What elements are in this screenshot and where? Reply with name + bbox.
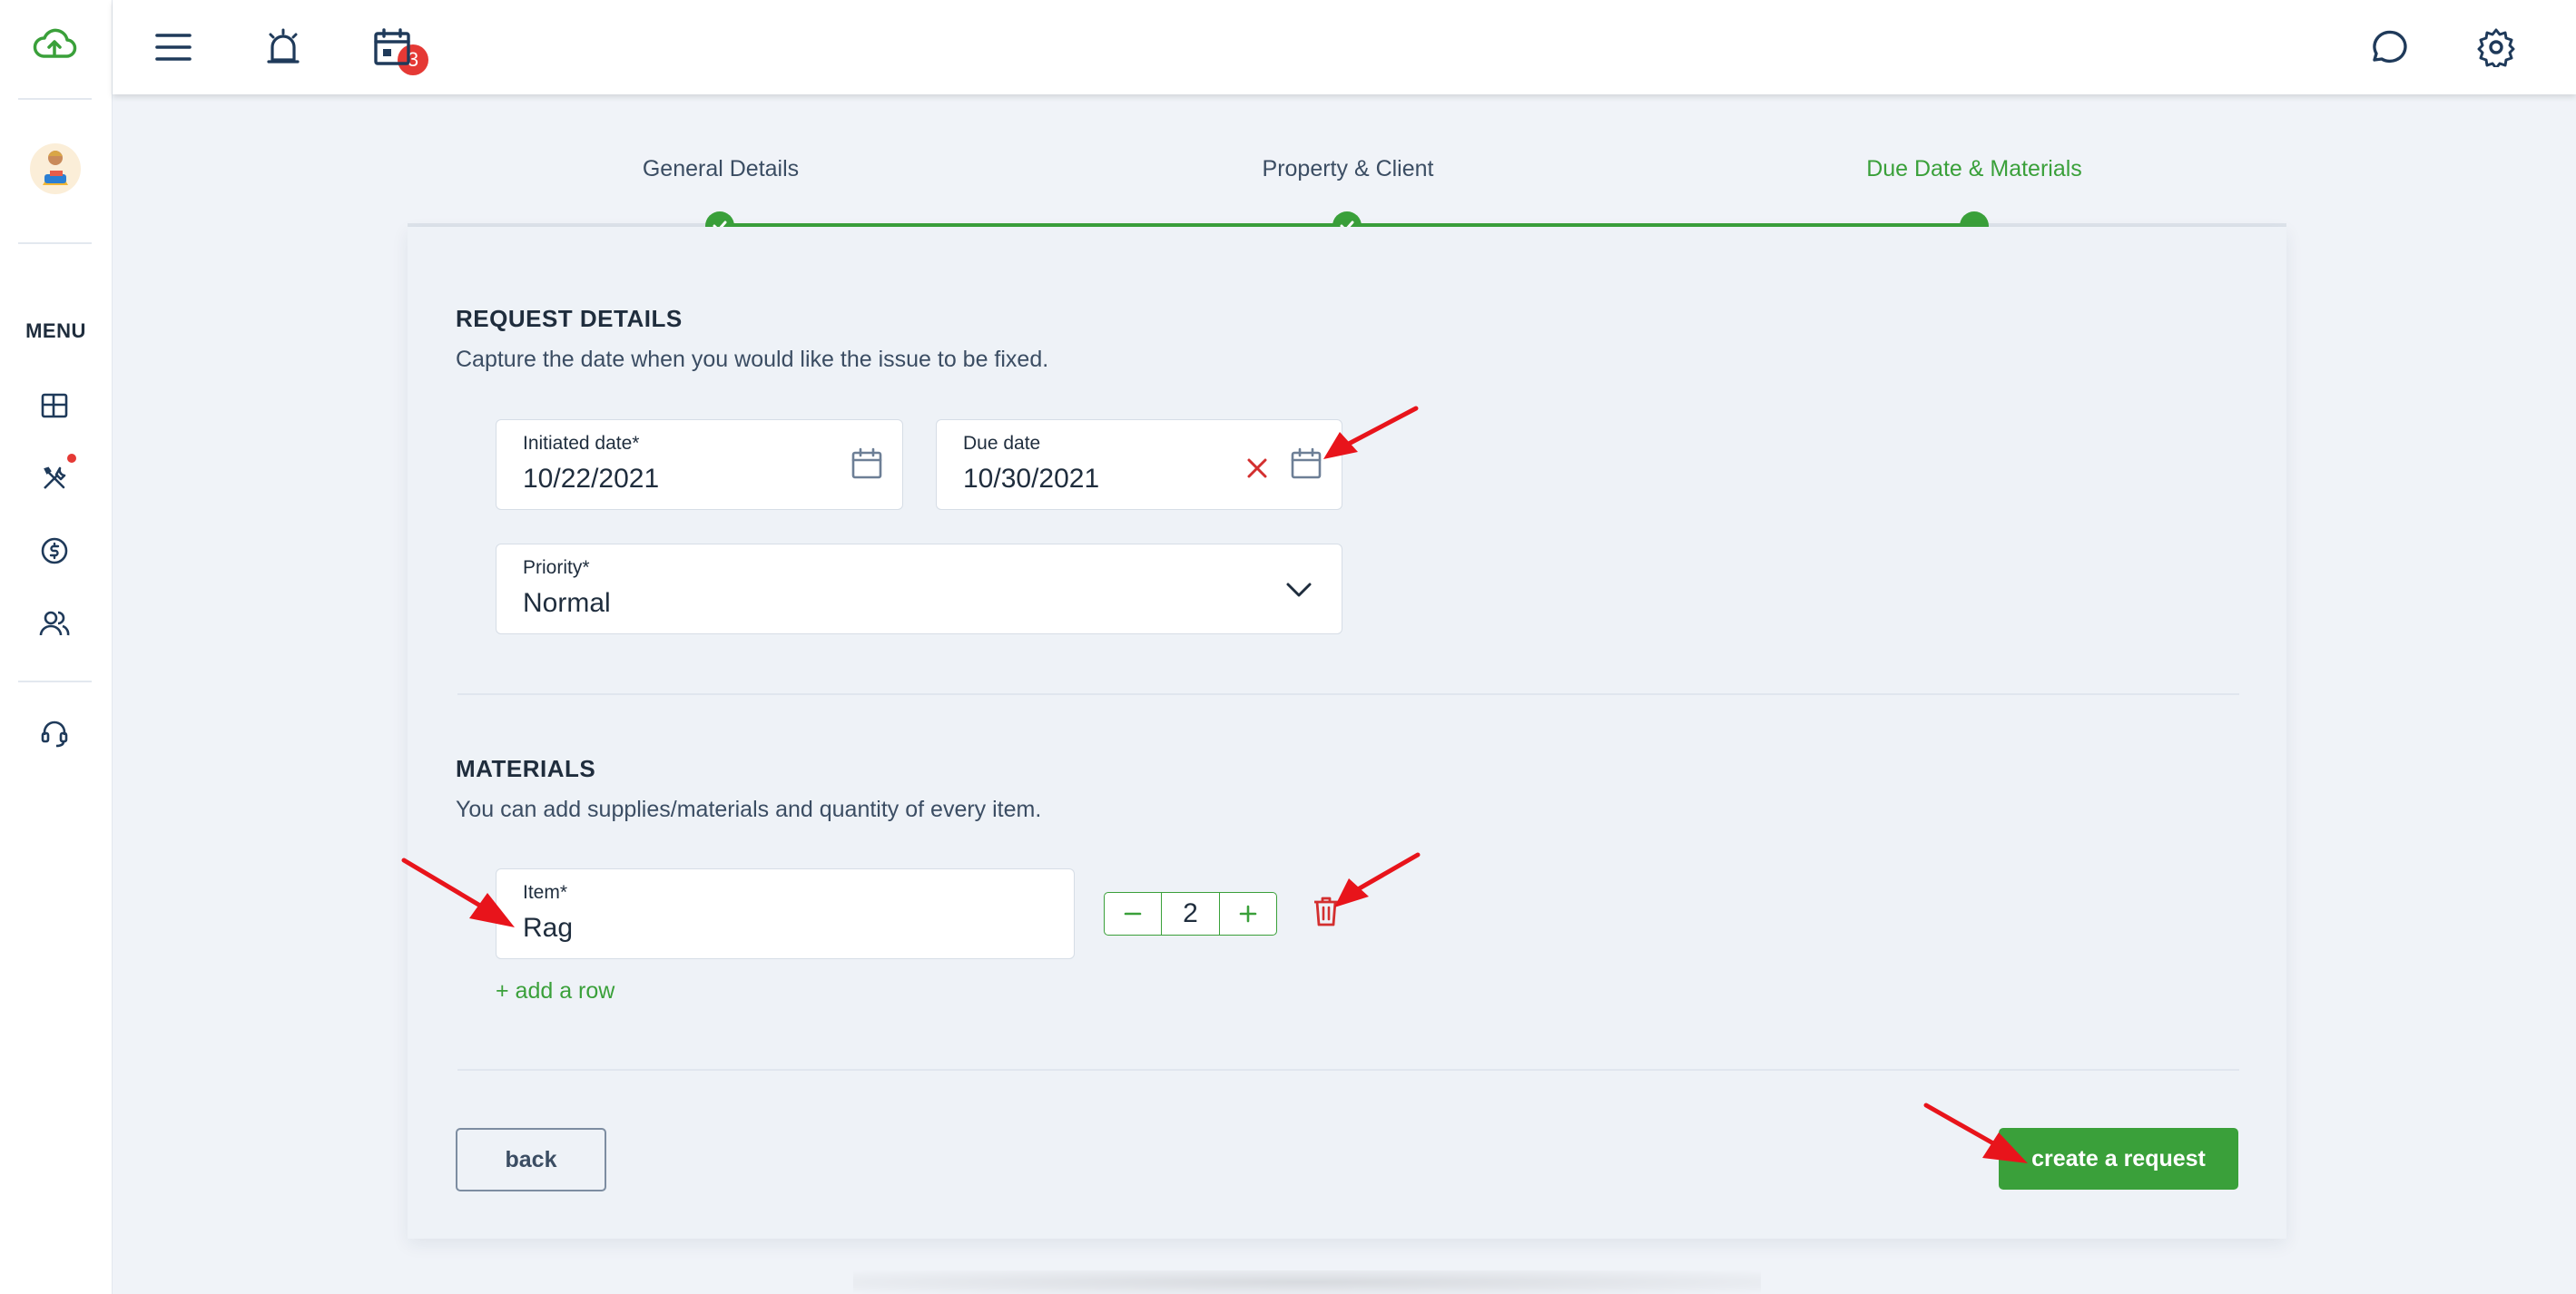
item-label: Item* [523,882,568,903]
due-date-label: Due date [963,433,1041,454]
top-bar: 3 [113,0,2576,94]
step-general-details[interactable]: General Details [494,156,948,182]
users-icon[interactable] [29,598,80,649]
dashboard-icon[interactable] [29,380,80,431]
back-button[interactable]: back [456,1128,606,1191]
item-value: Rag [523,913,574,943]
materials-subtitle: You can add supplies/materials and quant… [456,797,1042,822]
clear-icon[interactable] [1245,456,1269,480]
chat-icon[interactable] [2360,20,2414,74]
alarm-icon[interactable] [256,20,310,74]
priority-label: Priority* [523,557,590,578]
annotation-arrow [1323,406,1419,459]
hamburger-menu-icon[interactable] [146,20,201,74]
initiated-date-value: 10/22/2021 [523,464,660,494]
due-date-value: 10/30/2021 [963,464,1100,494]
initiated-date-field[interactable]: Initiated date* 10/22/2021 [496,419,903,510]
item-field[interactable]: Item* Rag [496,868,1075,959]
sidebar-divider [18,242,92,244]
calendar-icon[interactable] [365,20,419,74]
due-date-field[interactable]: Due date 10/30/2021 [936,419,1342,510]
sidebar-divider [18,98,92,100]
initiated-date-label: Initiated date* [523,433,640,454]
notification-dot [67,454,76,463]
dollar-icon[interactable] [29,525,80,576]
request-details-title: REQUEST DETAILS [456,305,683,332]
create-request-button[interactable]: create a request [1999,1128,2238,1190]
calendar-icon[interactable] [850,447,883,480]
menu-label: MENU [25,319,86,342]
priority-select[interactable]: Priority* Normal [496,544,1342,634]
quantity-input[interactable]: 2 [1162,892,1219,936]
sidebar: MENU [0,0,113,1294]
footer-shadow [853,1270,1761,1294]
section-divider [457,693,2239,695]
quantity-stepper: 2 [1104,892,1279,936]
priority-value: Normal [523,588,611,618]
cloud-upload-icon[interactable] [29,20,80,71]
avatar[interactable] [30,143,81,194]
step-due-date-materials[interactable]: Due Date & Materials [1747,156,2201,182]
annotation-arrow [1334,852,1421,907]
annotation-arrow [401,858,515,927]
request-form-card: REQUEST DETAILS Capture the date when yo… [408,227,2286,1239]
chevron-down-icon[interactable] [1285,581,1313,599]
gear-icon[interactable] [2469,20,2523,74]
headset-icon[interactable] [29,709,80,760]
add-row-link[interactable]: + add a row [496,978,615,1005]
decrement-button[interactable] [1104,892,1162,936]
sidebar-divider [18,681,92,682]
step-property-client[interactable]: Property & Client [1121,156,1575,182]
section-divider [457,1069,2239,1071]
materials-title: MATERIALS [456,755,596,782]
request-details-subtitle: Capture the date when you would like the… [456,347,1049,372]
annotation-arrow [1923,1103,2028,1163]
increment-button[interactable] [1219,892,1277,936]
